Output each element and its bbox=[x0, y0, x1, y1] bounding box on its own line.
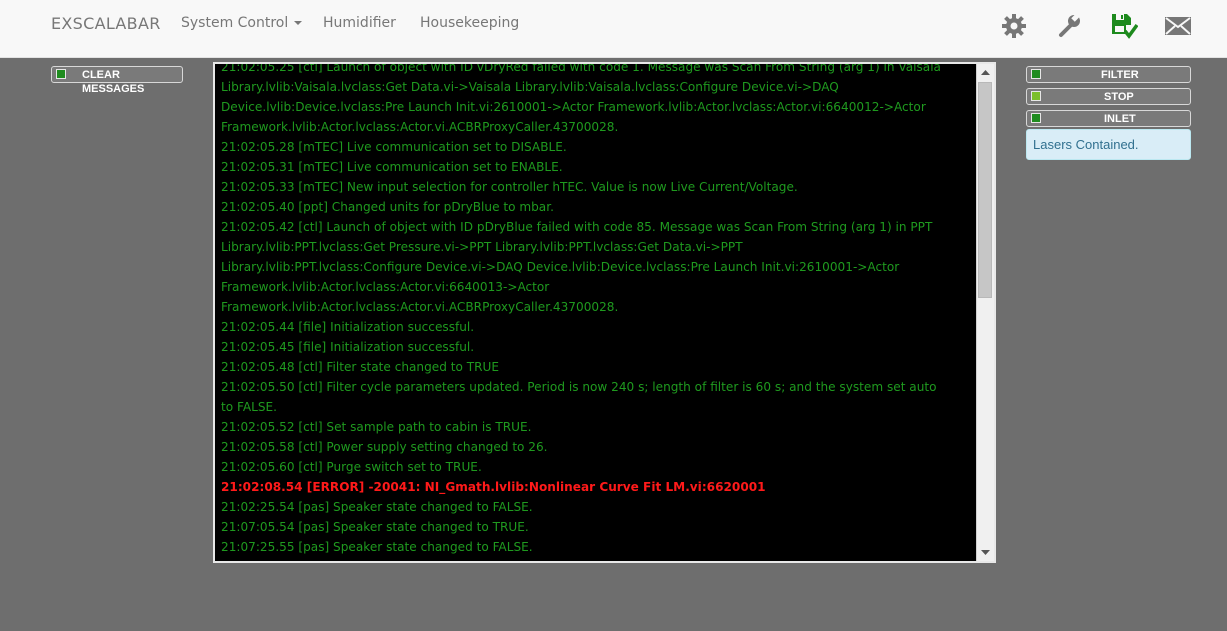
clear-messages-label: CLEAR MESSAGES bbox=[82, 69, 145, 95]
filter-label: FILTER bbox=[1101, 69, 1139, 81]
message-console[interactable]: 21:02:05.25 [ctl] Launch of object with … bbox=[213, 62, 996, 563]
gear-icon[interactable] bbox=[999, 11, 1029, 41]
caret-down-icon bbox=[294, 21, 303, 25]
chevron-down-icon bbox=[981, 550, 990, 555]
message-line: 21:02:05.33 [mTEC] New input selection f… bbox=[221, 180, 798, 194]
error-message-line: 21:02:08.54 [ERROR] -20041: NI_Gmath.lvl… bbox=[221, 480, 766, 494]
message-line: 21:02:05.50 [ctl] Filter cycle parameter… bbox=[221, 380, 937, 394]
message-line: Framework.lvlib:Actor.lvclass:Actor.vi:6… bbox=[221, 280, 550, 294]
message-line: 21:07:05.54 [pas] Speaker state changed … bbox=[221, 520, 529, 534]
clear-messages-button[interactable]: CLEAR MESSAGES bbox=[51, 66, 183, 95]
message-line: Library.lvlib:Vaisala.lvclass:Get Data.v… bbox=[221, 80, 839, 94]
message-line: Framework.lvlib:Actor.lvclass:Actor.vi.A… bbox=[221, 120, 619, 134]
chevron-up-icon bbox=[981, 70, 990, 75]
message-line: 21:02:05.45 [file] Initialization succes… bbox=[221, 340, 475, 354]
message-line: 21:02:05.40 [ppt] Changed units for pDry… bbox=[221, 200, 554, 214]
stop-label: STOP bbox=[1104, 91, 1134, 103]
stop-button[interactable]: STOP bbox=[1026, 88, 1191, 105]
message-line: 21:02:05.25 [ctl] Launch of object with … bbox=[221, 62, 941, 74]
message-line: Library.lvlib:PPT.lvclass:Configure Devi… bbox=[221, 260, 900, 274]
top-navbar: EXSCALABAR System Control Humidifier Hou… bbox=[0, 0, 1227, 58]
save-check-icon[interactable] bbox=[1109, 11, 1139, 41]
message-line: Framework.lvlib:Actor.lvclass:Actor.vi.A… bbox=[221, 300, 619, 314]
message-line: 21:02:05.52 [ctl] Set sample path to cab… bbox=[221, 420, 532, 434]
wrench-icon[interactable] bbox=[1054, 11, 1084, 41]
message-line: 21:02:25.54 [pas] Speaker state changed … bbox=[221, 500, 533, 514]
message-line: 21:02:05.28 [mTEC] Live communication se… bbox=[221, 140, 567, 154]
message-line: 21:02:05.44 [file] Initialization succes… bbox=[221, 320, 475, 334]
status-alert: Lasers Contained. bbox=[1026, 129, 1191, 160]
scroll-up-arrow[interactable] bbox=[977, 64, 994, 81]
scroll-down-arrow[interactable] bbox=[977, 544, 994, 561]
filter-led bbox=[1031, 69, 1041, 79]
message-line: 21:02:05.60 [ctl] Purge switch set to TR… bbox=[221, 460, 482, 474]
nav-system-control[interactable]: System Control bbox=[181, 15, 303, 31]
message-line: 21:02:05.31 [mTEC] Live communication se… bbox=[221, 160, 563, 174]
filter-button[interactable]: FILTER bbox=[1026, 66, 1191, 83]
envelope-icon[interactable] bbox=[1163, 11, 1193, 41]
scroll-thumb[interactable] bbox=[978, 82, 992, 298]
message-line: Device.lvlib:Device.lvclass:Pre Launch I… bbox=[221, 100, 926, 114]
brand-title[interactable]: EXSCALABAR bbox=[51, 14, 161, 33]
nav-humidifier[interactable]: Humidifier bbox=[323, 15, 396, 31]
nav-housekeeping[interactable]: Housekeeping bbox=[420, 15, 519, 31]
message-line: Library.lvlib:PPT.lvclass:Get Pressure.v… bbox=[221, 240, 743, 254]
message-list: 21:02:05.25 [ctl] Launch of object with … bbox=[221, 62, 973, 557]
message-line: 21:07:25.55 [pas] Speaker state changed … bbox=[221, 540, 533, 554]
inlet-label: INLET bbox=[1104, 113, 1136, 125]
nav-system-control-label: System Control bbox=[181, 15, 289, 31]
message-line: 21:02:05.42 [ctl] Launch of object with … bbox=[221, 220, 933, 234]
message-line: to FALSE. bbox=[221, 400, 278, 414]
message-line: 21:02:05.58 [ctl] Power supply setting c… bbox=[221, 440, 548, 454]
stop-led bbox=[1031, 91, 1041, 101]
console-scrollbar[interactable] bbox=[976, 64, 994, 561]
clear-messages-led bbox=[56, 69, 66, 79]
message-line: 21:02:05.48 [ctl] Filter state changed t… bbox=[221, 360, 499, 374]
inlet-led bbox=[1031, 113, 1041, 123]
inlet-button[interactable]: INLET bbox=[1026, 110, 1191, 127]
